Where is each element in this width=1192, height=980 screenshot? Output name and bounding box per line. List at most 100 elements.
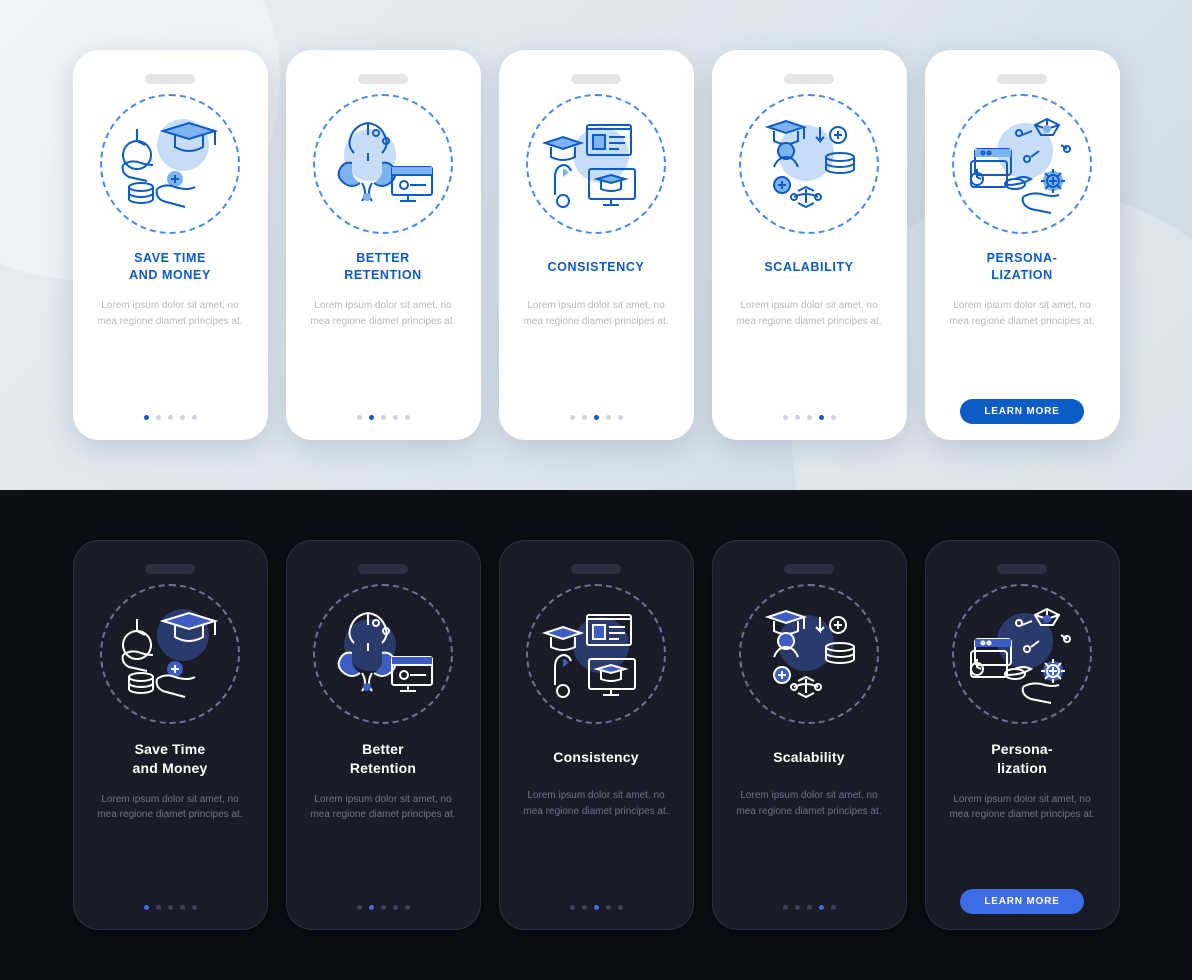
page-dot[interactable] bbox=[357, 415, 362, 420]
page-dot[interactable] bbox=[594, 415, 599, 420]
page-dot[interactable] bbox=[570, 905, 575, 910]
card-description: Lorem ipsum dolor sit amet, no mea regio… bbox=[300, 298, 467, 329]
phone-notch bbox=[571, 564, 621, 574]
phone-notch bbox=[784, 74, 834, 84]
page-dot[interactable] bbox=[405, 905, 410, 910]
card-description: Lorem ipsum dolor sit amet, no mea regio… bbox=[87, 792, 254, 823]
page-dot[interactable] bbox=[357, 905, 362, 910]
page-dot[interactable] bbox=[393, 905, 398, 910]
page-dot[interactable] bbox=[192, 415, 197, 420]
page-dot[interactable] bbox=[570, 415, 575, 420]
card-title: BETTER RETENTION bbox=[344, 250, 422, 284]
card-description: Lorem ipsum dolor sit amet, no mea regio… bbox=[513, 298, 680, 329]
page-dot[interactable] bbox=[606, 905, 611, 910]
consistency-icon bbox=[526, 584, 666, 724]
page-dot[interactable] bbox=[618, 905, 623, 910]
consistency-icon bbox=[526, 94, 666, 234]
page-indicator bbox=[144, 905, 197, 910]
retention-icon bbox=[313, 94, 453, 234]
page-dot[interactable] bbox=[144, 905, 149, 910]
phone-notch bbox=[784, 564, 834, 574]
onboarding-card-retention[interactable]: BETTER RETENTION Lorem ipsum dolor sit am… bbox=[286, 50, 481, 440]
page-dot[interactable] bbox=[807, 415, 812, 420]
onboarding-card-save-time-money[interactable]: SAVE TIME AND MONEY Lorem ipsum dolor sit… bbox=[73, 50, 268, 440]
phone-notch bbox=[571, 74, 621, 84]
page-dot[interactable] bbox=[582, 415, 587, 420]
page-dot[interactable] bbox=[819, 415, 824, 420]
page-dot[interactable] bbox=[405, 415, 410, 420]
card-title: Consistency bbox=[553, 740, 638, 774]
page-indicator bbox=[144, 415, 197, 420]
page-dot[interactable] bbox=[606, 415, 611, 420]
card-title: Persona- lization bbox=[991, 740, 1053, 778]
card-description: Lorem ipsum dolor sit amet, no mea regio… bbox=[726, 788, 893, 819]
card-description: Lorem ipsum dolor sit amet, no mea regio… bbox=[726, 298, 893, 329]
page-indicator bbox=[357, 905, 410, 910]
page-indicator bbox=[570, 415, 623, 420]
learn-more-button[interactable]: LEARN MORE bbox=[960, 889, 1083, 914]
save-time-money-icon bbox=[100, 584, 240, 724]
page-dot[interactable] bbox=[795, 415, 800, 420]
card-description: Lorem ipsum dolor sit amet, no mea regio… bbox=[513, 788, 680, 819]
page-dot[interactable] bbox=[180, 905, 185, 910]
onboarding-card-retention[interactable]: Better Retention Lorem ipsum dolor sit am… bbox=[286, 540, 481, 930]
card-title: SCALABILITY bbox=[764, 250, 853, 284]
card-title: PERSONA- LIZATION bbox=[987, 250, 1058, 284]
onboarding-card-scalability[interactable]: SCALABILITY Lorem ipsum dolor sit amet, n… bbox=[712, 50, 907, 440]
page-dot[interactable] bbox=[156, 415, 161, 420]
page-indicator bbox=[357, 415, 410, 420]
page-dot[interactable] bbox=[192, 905, 197, 910]
phone-notch bbox=[997, 74, 1047, 84]
page-dot[interactable] bbox=[381, 905, 386, 910]
onboarding-card-personalization[interactable]: Persona- lization Lorem ipsum dolor sit a… bbox=[925, 540, 1120, 930]
page-dot[interactable] bbox=[168, 415, 173, 420]
onboarding-light-section: SAVE TIME AND MONEY Lorem ipsum dolor sit… bbox=[0, 0, 1192, 490]
card-description: Lorem ipsum dolor sit amet, no mea regio… bbox=[939, 298, 1106, 329]
page-dot[interactable] bbox=[582, 905, 587, 910]
phone-notch bbox=[358, 564, 408, 574]
page-dot[interactable] bbox=[618, 415, 623, 420]
card-description: Lorem ipsum dolor sit amet, no mea regio… bbox=[939, 792, 1106, 823]
page-dot[interactable] bbox=[783, 415, 788, 420]
card-title: Scalability bbox=[773, 740, 844, 774]
page-indicator bbox=[570, 905, 623, 910]
page-dot[interactable] bbox=[393, 415, 398, 420]
page-dot[interactable] bbox=[156, 905, 161, 910]
page-dot[interactable] bbox=[381, 415, 386, 420]
page-dot[interactable] bbox=[369, 905, 374, 910]
page-dot[interactable] bbox=[831, 415, 836, 420]
page-indicator bbox=[783, 415, 836, 420]
card-title: SAVE TIME AND MONEY bbox=[129, 250, 211, 284]
page-dot[interactable] bbox=[369, 415, 374, 420]
retention-icon bbox=[313, 584, 453, 724]
card-title: Better Retention bbox=[350, 740, 416, 778]
card-title: CONSISTENCY bbox=[548, 250, 645, 284]
onboarding-card-save-time-money[interactable]: Save Time and MoneyLorem ipsum dolor sit… bbox=[73, 540, 268, 930]
phone-notch bbox=[358, 74, 408, 84]
scalability-icon bbox=[739, 584, 879, 724]
onboarding-card-consistency[interactable]: CONSISTENCY Lorem ipsum dolor sit amet, n… bbox=[499, 50, 694, 440]
onboarding-card-personalization[interactable]: PERSONA- LIZATION Lorem ipsum dolor sit a… bbox=[925, 50, 1120, 440]
onboarding-dark-section: Save Time and MoneyLorem ipsum dolor sit… bbox=[0, 490, 1192, 980]
onboarding-card-consistency[interactable]: Consistency Lorem ipsum dolor sit amet, n… bbox=[499, 540, 694, 930]
page-dot[interactable] bbox=[795, 905, 800, 910]
card-description: Lorem ipsum dolor sit amet, no mea regio… bbox=[300, 792, 467, 823]
page-dot[interactable] bbox=[831, 905, 836, 910]
page-dot[interactable] bbox=[168, 905, 173, 910]
personalization-icon bbox=[952, 584, 1092, 724]
learn-more-button[interactable]: LEARN MORE bbox=[960, 399, 1083, 424]
page-dot[interactable] bbox=[144, 415, 149, 420]
page-dot[interactable] bbox=[594, 905, 599, 910]
scalability-icon bbox=[739, 94, 879, 234]
phone-notch bbox=[145, 74, 195, 84]
onboarding-card-scalability[interactable]: Scalability Lorem ipsum dolor sit amet, n… bbox=[712, 540, 907, 930]
card-description: Lorem ipsum dolor sit amet, no mea regio… bbox=[87, 298, 254, 329]
page-dot[interactable] bbox=[783, 905, 788, 910]
phone-notch bbox=[997, 564, 1047, 574]
page-indicator bbox=[783, 905, 836, 910]
save-time-money-icon bbox=[100, 94, 240, 234]
phone-notch bbox=[145, 564, 195, 574]
page-dot[interactable] bbox=[180, 415, 185, 420]
page-dot[interactable] bbox=[819, 905, 824, 910]
page-dot[interactable] bbox=[807, 905, 812, 910]
